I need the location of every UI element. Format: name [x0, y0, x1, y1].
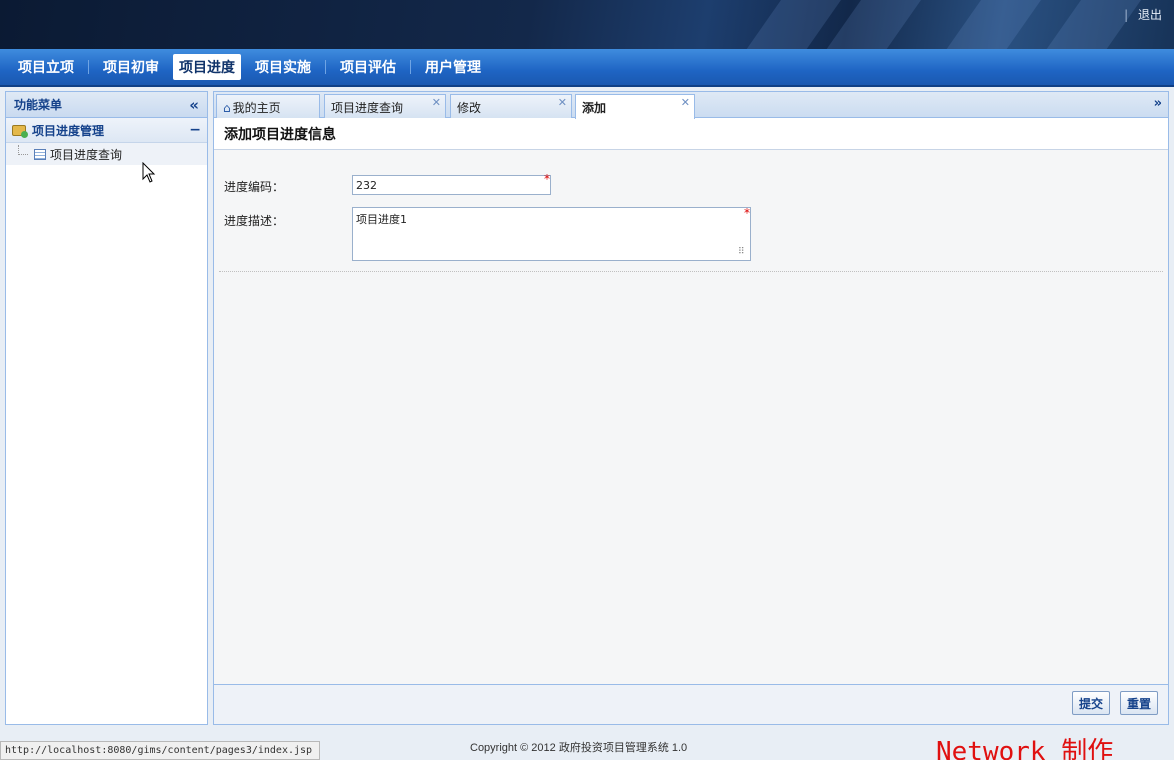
folder-icon — [12, 124, 28, 138]
logout-area: | 退出 — [1124, 6, 1162, 23]
progress-description-label: 进度描述： — [224, 214, 285, 228]
progress-description-textarea[interactable]: 项目进度1 — [352, 207, 751, 261]
table-icon — [34, 148, 46, 160]
required-marker: * — [544, 172, 550, 186]
progress-form: 进度编码： * 进度描述： 项目进度1 * ⠿ — [219, 150, 1163, 272]
browser-status-url: http://localhost:8080/gims/content/pages… — [0, 741, 320, 760]
progress-code-label: 进度编码： — [224, 180, 285, 194]
app-header: | 退出 — [0, 0, 1174, 49]
nav-separator — [325, 60, 326, 74]
resize-grip-icon[interactable]: ⠿ — [738, 247, 745, 257]
nav-item-user-management[interactable]: 用户管理 — [415, 53, 491, 81]
collapse-group-icon[interactable]: − — [189, 122, 201, 138]
tab-modify[interactable]: 修改 ✕ — [450, 94, 572, 118]
sidebar-item-progress-query[interactable]: 项目进度查询 — [6, 143, 207, 165]
nav-item-preliminary-review[interactable]: 项目初审 — [93, 53, 169, 81]
logout-separator: | — [1124, 8, 1129, 22]
page-title: 添加项目进度信息 — [214, 118, 1168, 150]
sidebar-header: 功能菜单 « — [6, 92, 207, 118]
tab-label: 项目进度查询 — [331, 101, 404, 115]
collapse-left-icon[interactable]: « — [189, 96, 199, 114]
nav-item-project-progress[interactable]: 项目进度 — [173, 54, 241, 80]
nav-item-project-implementation[interactable]: 项目实施 — [245, 53, 321, 81]
tree-connector — [18, 145, 28, 155]
tab-list-menu-icon[interactable]: » — [1154, 96, 1162, 111]
tab-strip: ⌂ 我的主页 项目进度查询 ✕ 修改 ✕ 添加 ✕ » — [214, 92, 1168, 119]
form-action-bar: 提交 重置 — [214, 684, 1168, 724]
required-marker: * — [744, 206, 750, 220]
function-menu-panel: 功能菜单 « 项目进度管理 − 项目进度查询 — [5, 91, 208, 725]
tab-add[interactable]: 添加 ✕ — [575, 94, 695, 119]
tab-home[interactable]: ⌂ 我的主页 — [216, 94, 320, 118]
copyright-text: Copyright © 2012 政府投资项目管理系统 1.0 — [470, 742, 688, 754]
submit-button[interactable]: 提交 — [1072, 691, 1111, 715]
logout-link[interactable]: 退出 — [1138, 8, 1162, 22]
close-icon[interactable]: ✕ — [432, 96, 441, 109]
nav-separator — [410, 60, 411, 74]
sidebar-item-label: 项目进度查询 — [50, 147, 123, 162]
home-icon: ⌂ — [223, 101, 231, 115]
nav-item-project-evaluation[interactable]: 项目评估 — [330, 53, 406, 81]
mouse-cursor-icon — [142, 162, 156, 183]
tab-progress-query[interactable]: 项目进度查询 ✕ — [324, 94, 446, 118]
tab-label: 添加 — [582, 101, 607, 115]
close-icon[interactable]: ✕ — [681, 96, 690, 109]
progress-code-input[interactable] — [352, 175, 551, 195]
nav-item-project-initiation[interactable]: 项目立项 — [8, 53, 84, 81]
sidebar-group-progress-management[interactable]: 项目进度管理 − — [6, 118, 207, 143]
reset-button[interactable]: 重置 — [1120, 691, 1159, 715]
watermark-text: Network 制作 — [936, 737, 1114, 760]
close-icon[interactable]: ✕ — [558, 96, 567, 109]
nav-separator — [88, 60, 89, 74]
tab-label: 我的主页 — [232, 101, 281, 115]
main-nav: 项目立项 项目初审 项目进度 项目实施 项目评估 用户管理 — [0, 49, 1174, 87]
tab-label: 修改 — [457, 101, 482, 115]
sidebar-title: 功能菜单 — [14, 98, 63, 112]
header-decoration — [924, 0, 1056, 49]
main-panel: ⌂ 我的主页 项目进度查询 ✕ 修改 ✕ 添加 ✕ » 添加项目进度信息 进度编码… — [213, 91, 1169, 725]
sidebar-group-label: 项目进度管理 — [32, 123, 105, 138]
